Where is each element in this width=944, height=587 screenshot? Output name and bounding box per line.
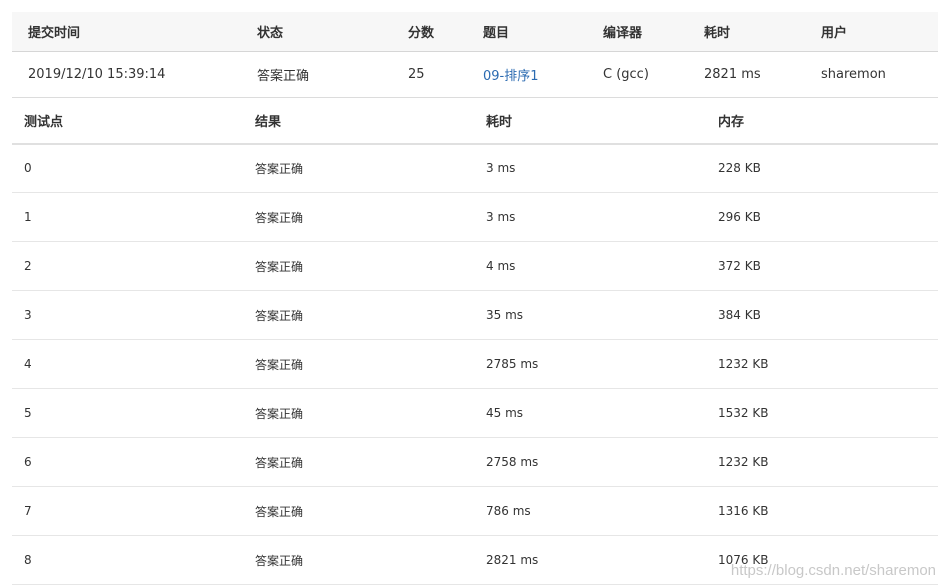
test-point-id: 1 <box>12 192 243 242</box>
test-memory: 1232 KB <box>706 437 938 487</box>
header-time: 耗时 <box>474 97 706 145</box>
test-case-table: 测试点 结果 耗时 内存 0 答案正确 3 ms 228 KB 1 答案正确 3… <box>12 97 938 585</box>
test-time: 45 ms <box>474 388 706 438</box>
submit-time: 2019/12/10 15:39:14 <box>12 51 241 98</box>
header-result: 结果 <box>243 97 474 145</box>
table-row: 0 答案正确 3 ms 228 KB <box>12 143 938 193</box>
problem-link[interactable]: 09-排序1 <box>483 69 539 84</box>
table-row: 3 答案正确 35 ms 384 KB <box>12 290 938 340</box>
header-elapsed: 耗时 <box>688 12 805 52</box>
submission-summary-table: 提交时间 状态 分数 题目 编译器 耗时 用户 2019/12/10 15:39… <box>12 12 938 98</box>
test-result: 答案正确 <box>243 290 474 340</box>
cases-header-row: 测试点 结果 耗时 内存 <box>12 97 938 145</box>
test-memory: 1232 KB <box>706 339 938 389</box>
test-memory: 296 KB <box>706 192 938 242</box>
test-result: 答案正确 <box>243 143 474 193</box>
test-time: 3 ms <box>474 192 706 242</box>
test-time: 4 ms <box>474 241 706 291</box>
test-memory: 1316 KB <box>706 486 938 536</box>
compiler-value: C (gcc) <box>587 51 688 98</box>
table-row: 2 答案正确 4 ms 372 KB <box>12 241 938 291</box>
test-memory: 384 KB <box>706 290 938 340</box>
test-time: 2821 ms <box>474 535 706 585</box>
problem-cell: 09-排序1 <box>467 51 587 98</box>
test-case-rows: 0 答案正确 3 ms 228 KB 1 答案正确 3 ms 296 KB 2 … <box>12 143 938 585</box>
test-memory: 1532 KB <box>706 388 938 438</box>
test-result: 答案正确 <box>243 241 474 291</box>
header-test-point: 测试点 <box>12 97 243 145</box>
elapsed-value: 2821 ms <box>688 51 805 98</box>
test-result: 答案正确 <box>243 192 474 242</box>
test-point-id: 6 <box>12 437 243 487</box>
table-row: 1 答案正确 3 ms 296 KB <box>12 192 938 242</box>
summary-row: 2019/12/10 15:39:14 答案正确 25 09-排序1 C (gc… <box>12 51 938 98</box>
submission-score: 25 <box>392 51 467 98</box>
table-row: 7 答案正确 786 ms 1316 KB <box>12 486 938 536</box>
user-value: sharemon <box>805 51 938 98</box>
test-point-id: 0 <box>12 143 243 193</box>
test-time: 786 ms <box>474 486 706 536</box>
submission-status: 答案正确 <box>241 51 392 98</box>
header-submit-time: 提交时间 <box>12 12 241 52</box>
test-result: 答案正确 <box>243 437 474 487</box>
test-time: 2758 ms <box>474 437 706 487</box>
test-point-id: 5 <box>12 388 243 438</box>
table-row: 4 答案正确 2785 ms 1232 KB <box>12 339 938 389</box>
test-point-id: 8 <box>12 535 243 585</box>
table-row: 6 答案正确 2758 ms 1232 KB <box>12 437 938 487</box>
submission-detail: 提交时间 状态 分数 题目 编译器 耗时 用户 2019/12/10 15:39… <box>12 12 938 585</box>
test-result: 答案正确 <box>243 486 474 536</box>
test-memory: 372 KB <box>706 241 938 291</box>
test-memory: 228 KB <box>706 143 938 193</box>
test-time: 35 ms <box>474 290 706 340</box>
summary-header-row: 提交时间 状态 分数 题目 编译器 耗时 用户 <box>12 12 938 52</box>
table-row: 5 答案正确 45 ms 1532 KB <box>12 388 938 438</box>
test-point-id: 2 <box>12 241 243 291</box>
watermark: https://blog.csdn.net/sharemon <box>730 562 936 579</box>
test-point-id: 3 <box>12 290 243 340</box>
test-time: 3 ms <box>474 143 706 193</box>
header-user: 用户 <box>805 12 938 52</box>
test-result: 答案正确 <box>243 388 474 438</box>
test-point-id: 7 <box>12 486 243 536</box>
test-point-id: 4 <box>12 339 243 389</box>
header-status: 状态 <box>241 12 392 52</box>
test-result: 答案正确 <box>243 535 474 585</box>
test-result: 答案正确 <box>243 339 474 389</box>
header-problem: 题目 <box>467 12 587 52</box>
header-compiler: 编译器 <box>587 12 688 52</box>
header-score: 分数 <box>392 12 467 52</box>
header-memory: 内存 <box>706 97 938 145</box>
test-time: 2785 ms <box>474 339 706 389</box>
